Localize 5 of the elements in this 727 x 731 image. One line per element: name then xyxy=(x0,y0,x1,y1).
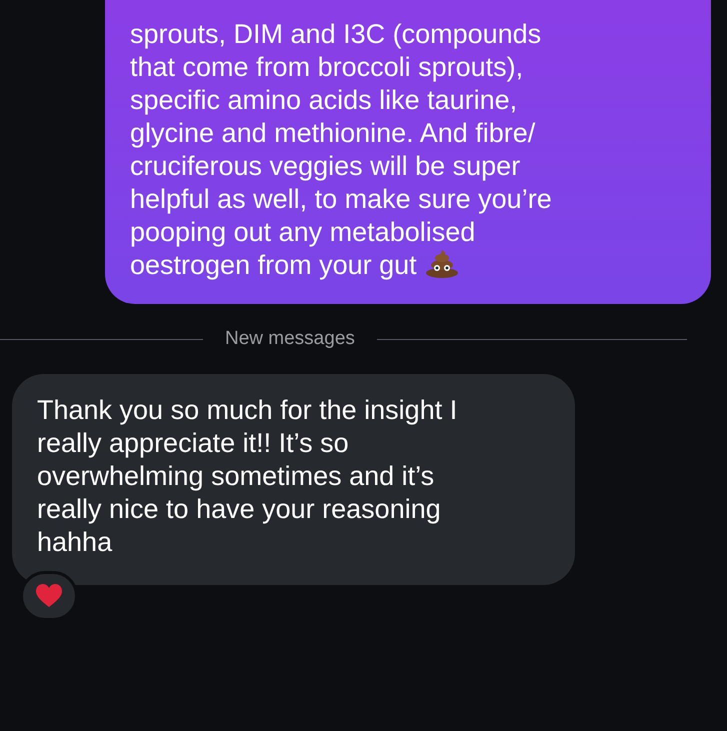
message-text: sprouts, DIM and I3C (compounds that come from broccoli sprouts), specific amino acids like taurine, glycine and methionine. And fibre/ cruciferous veggies will be super helpful as well, to make sure you’re pooping out any metabolised oestrogen from your gut xyxy=(130,18,553,282)
new-messages-label: New messages xyxy=(225,328,355,350)
poop-icon xyxy=(424,250,459,278)
heart-icon xyxy=(36,584,62,608)
message-text: Thank you so much for the insight I really appreciate it!! It’s so overwhelming sometimes and it’s really nice to have your reasoning hahha xyxy=(37,394,458,559)
